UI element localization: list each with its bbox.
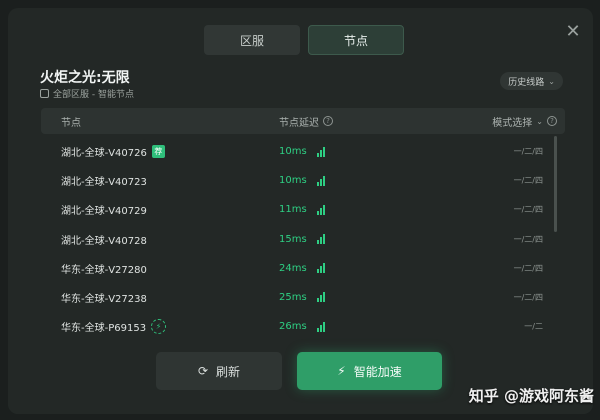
mode-cell[interactable]: 一/二/四 [514, 283, 543, 312]
table-row[interactable]: 湖北-全球-V40729 11ms 一/二/四 [41, 195, 565, 224]
node-name: 湖北-全球-V40726 [61, 148, 147, 159]
signal-icon [317, 263, 325, 274]
latency-cell: 10ms [279, 137, 325, 166]
latency-value: 25ms [279, 291, 307, 303]
game-title: 火炬之光:无限 [40, 70, 130, 86]
node-name: 华东-全球-V27238 [61, 293, 147, 305]
header-node: 节点 [61, 108, 81, 134]
bolt-icon: ⚡ [337, 364, 346, 378]
table-header: 节点 节点延迟 ? 模式选择 ⌄ ? [41, 108, 565, 134]
latency-cell: 10ms [279, 166, 325, 195]
node-name: 华东-全球-P69153 [61, 323, 147, 335]
header-mode-label: 模式选择 [492, 117, 533, 129]
latency-value: 10ms [279, 175, 307, 187]
mode-cell[interactable]: 一/二/四 [514, 166, 543, 195]
header-latency-label: 节点延迟 [279, 117, 319, 129]
signal-icon [317, 321, 325, 332]
history-route-button[interactable]: 历史线路 ⌄ [500, 72, 563, 90]
node-name-cell: 湖北-全球-V40726 荐 [61, 137, 165, 166]
signal-icon [317, 175, 325, 186]
latency-value: 15ms [279, 233, 307, 245]
help-icon[interactable]: ? [547, 116, 557, 126]
latency-cell: 24ms [279, 254, 325, 283]
table-row[interactable]: 华东-全球-V27280 24ms 一/二/四 [41, 254, 565, 283]
accelerate-label: 智能加速 [353, 364, 402, 379]
mode-cell[interactable]: 一/二/四 [514, 225, 543, 254]
refresh-button[interactable]: ⟳ 刷新 [156, 352, 282, 390]
node-name-cell: 湖北-全球-V40729 [61, 195, 147, 224]
mode-cell[interactable]: 一/二/四 [514, 137, 543, 166]
header-mode[interactable]: 模式选择 ⌄ ? [492, 108, 557, 134]
table-row[interactable]: 湖北-全球-V40726 荐 10ms 一/二/四 [41, 137, 565, 166]
tab-bar: 区服 节点 [204, 25, 404, 55]
signal-icon [317, 234, 325, 245]
server-icon [40, 89, 49, 98]
smart-accelerate-button[interactable]: ⚡ 智能加速 [297, 352, 442, 390]
latency-cell: 11ms [279, 195, 325, 224]
node-name-cell: 华东-全球-V27238 [61, 283, 147, 312]
latency-value: 26ms [279, 321, 307, 333]
latency-cell: 25ms [279, 283, 325, 312]
latency-value: 10ms [279, 146, 307, 157]
latency-value: 24ms [279, 262, 307, 274]
signal-icon [317, 292, 325, 303]
node-name: 湖北-全球-V40729 [61, 206, 147, 218]
scrollbar[interactable] [554, 136, 557, 232]
table-row[interactable]: 华东-全球-V27238 25ms 一/二/四 [41, 283, 565, 312]
node-name-cell: 湖北-全球-V40728 [61, 225, 147, 254]
latency-value: 11ms [279, 204, 307, 216]
watermark: 知乎 @游戏阿东酱 [468, 387, 594, 405]
node-name: 华东-全球-V27280 [61, 264, 147, 276]
subtitle-text: 全部区服 - 智能节点 [53, 90, 134, 100]
mode-cell[interactable]: 一/二/四 [514, 195, 543, 224]
refresh-icon: ⟳ [197, 364, 209, 378]
chevron-down-icon: ⌄ [548, 76, 555, 86]
node-name-cell: 华东-全球-V27280 [61, 254, 147, 283]
table-row[interactable]: 华东-全球-P69153 ⚡ 26ms 一/二 [41, 312, 565, 341]
node-name-cell: 华东-全球-P69153 ⚡ [61, 312, 167, 341]
mode-cell[interactable]: 一/二 [524, 312, 543, 341]
header-node-label: 节点 [61, 117, 81, 129]
help-icon[interactable]: ? [323, 116, 333, 126]
table-row[interactable]: 湖北-全球-V40723 10ms 一/二/四 [41, 166, 565, 195]
node-name-cell: 湖北-全球-V40723 [61, 166, 147, 195]
header-latency: 节点延迟 ? [279, 108, 333, 134]
recommended-badge: 荐 [151, 145, 165, 158]
node-list: 湖北-全球-V40726 荐 10ms 一/二/四 湖北-全球-V40723 10ms 一/… [41, 137, 565, 341]
signal-icon [317, 204, 325, 215]
bolt-icon: ⚡ [151, 319, 167, 335]
tab-node[interactable]: 节点 [308, 25, 404, 55]
mode-cell[interactable]: 一/二/四 [514, 254, 543, 283]
latency-cell: 15ms [279, 225, 325, 254]
refresh-label: 刷新 [216, 364, 241, 379]
chevron-down-icon: ⌄ [536, 116, 543, 126]
table-row[interactable]: 湖北-全球-V40728 15ms 一/二/四 [41, 225, 565, 254]
signal-icon [317, 146, 325, 157]
latency-cell: 26ms [279, 312, 325, 341]
history-route-label: 历史线路 [508, 77, 545, 88]
node-name: 湖北-全球-V40723 [61, 177, 147, 189]
subtitle: 全部区服 - 智能节点 [40, 87, 134, 100]
tab-server[interactable]: 区服 [204, 25, 300, 55]
node-name: 湖北-全球-V40728 [61, 235, 147, 247]
close-icon[interactable]: ✕ [563, 22, 583, 42]
